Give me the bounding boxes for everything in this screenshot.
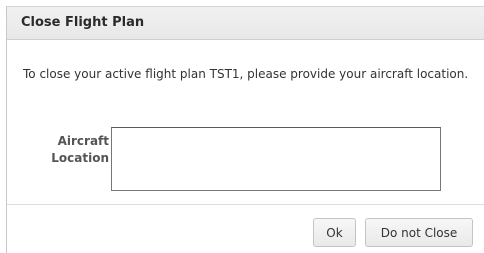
dialog-title: Close Flight Plan <box>21 15 145 30</box>
aircraft-location-label: Aircraft Location <box>17 133 109 167</box>
dialog-titlebar: Close Flight Plan <box>7 6 484 40</box>
aircraft-location-input[interactable] <box>111 127 441 191</box>
dialog-footer-divider <box>7 204 484 205</box>
close-flight-plan-dialog: Close Flight Plan To close your active f… <box>6 6 484 253</box>
aircraft-location-label-line1: Aircraft <box>57 134 109 148</box>
dialog-message: To close your active flight plan TST1, p… <box>23 67 469 81</box>
aircraft-location-label-line2: Location <box>51 151 109 165</box>
do-not-close-button[interactable]: Do not Close <box>365 218 473 247</box>
ok-button[interactable]: Ok <box>313 218 356 247</box>
